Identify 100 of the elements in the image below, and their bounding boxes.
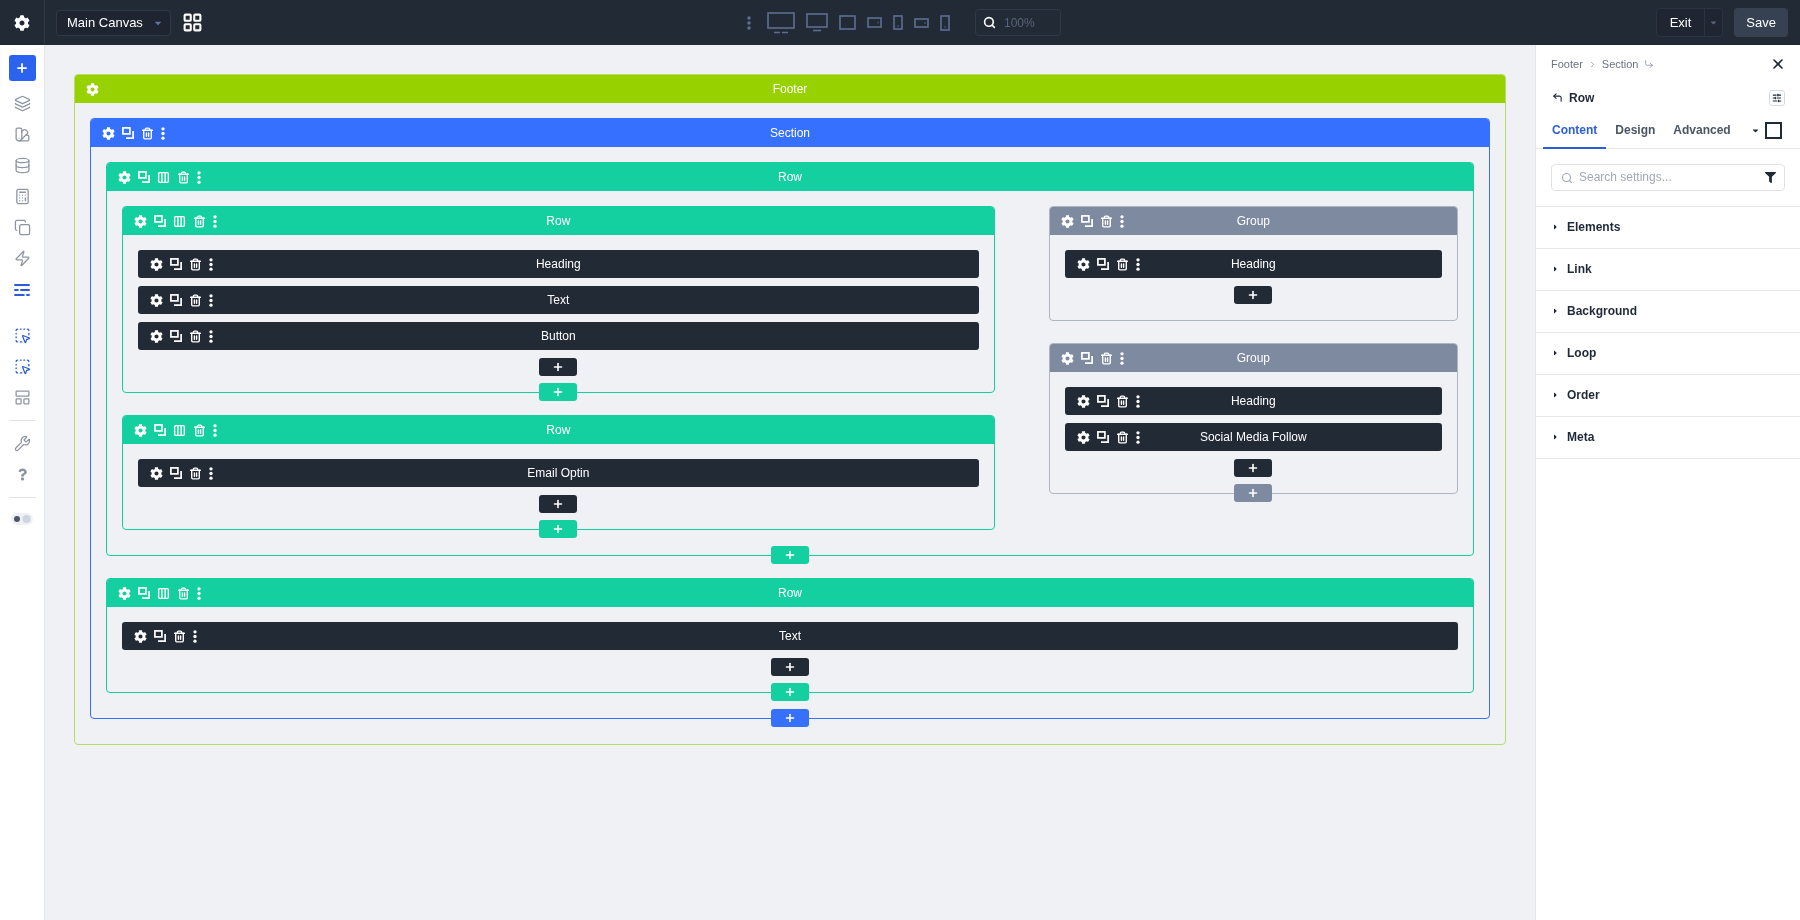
add-section-button[interactable]	[771, 709, 809, 727]
dots-menu-icon[interactable]	[213, 423, 217, 437]
dots-menu-icon[interactable]	[209, 293, 213, 307]
plus-icon	[552, 386, 565, 398]
add-button[interactable]	[8, 55, 36, 81]
dots-menu-icon[interactable]	[1135, 394, 1140, 408]
phone-landscape-icon[interactable]	[914, 17, 929, 28]
settings-icon[interactable]	[1076, 257, 1090, 271]
selection-cursor-icon[interactable]	[13, 327, 31, 344]
add-group-button[interactable]	[1234, 484, 1273, 502]
selection-cursor-icon[interactable]	[13, 358, 31, 375]
canvas-dropdown[interactable]: Main Canvas	[56, 9, 171, 36]
duplicate-icon[interactable]	[1096, 395, 1109, 407]
dots-menu-icon[interactable]	[197, 170, 201, 184]
settings-icon[interactable]	[14, 14, 30, 31]
add-module-button[interactable]	[539, 358, 578, 376]
swatch-book-icon[interactable]	[13, 126, 31, 143]
save-button[interactable]: Save	[1734, 8, 1788, 37]
layout-icon[interactable]	[13, 389, 31, 406]
group-title: Group	[1236, 350, 1270, 367]
back-arrow-icon[interactable]	[1552, 92, 1563, 103]
settings-icon[interactable]	[150, 466, 163, 480]
help-icon[interactable]	[17, 468, 27, 481]
filter-icon[interactable]	[1765, 171, 1776, 183]
database-icon[interactable]	[13, 157, 31, 174]
panel-title: Row	[1569, 89, 1595, 107]
layers-icon[interactable]	[13, 95, 31, 112]
exit-button[interactable]: Exit	[1656, 9, 1705, 36]
tablet-landscape-icon[interactable]	[867, 17, 882, 28]
breadcrumb-link[interactable]: Footer	[1551, 56, 1583, 73]
duplicate-icon[interactable]	[154, 630, 166, 642]
copy-icon[interactable]	[13, 219, 31, 236]
search-field[interactable]: Search settings...	[1551, 163, 1785, 191]
dots-menu-icon[interactable]	[193, 629, 197, 643]
trash-icon[interactable]	[189, 329, 202, 343]
duplicate-icon[interactable]	[170, 467, 182, 479]
tab[interactable]: Advanced	[1664, 112, 1740, 149]
module-title: Email Optin	[527, 465, 590, 482]
dots-menu-icon[interactable]	[213, 214, 217, 228]
settings-icon[interactable]	[150, 329, 163, 343]
accordion-header[interactable]: Order	[1536, 374, 1800, 417]
grid-icon[interactable]	[182, 12, 203, 33]
settings-icon[interactable]	[1076, 394, 1090, 408]
sliders-icon[interactable]	[1769, 89, 1785, 106]
duplicate-icon[interactable]	[1096, 258, 1109, 270]
duplicate-icon[interactable]	[170, 258, 182, 270]
trash-icon[interactable]	[189, 466, 202, 480]
footer-title: Footer	[772, 81, 808, 98]
dots-menu-icon[interactable]	[161, 126, 165, 140]
accordion-header[interactable]: Link	[1536, 248, 1800, 291]
trash-icon[interactable]	[1115, 257, 1129, 271]
calculator-icon[interactable]	[13, 188, 31, 205]
dots-menu-icon[interactable]	[1119, 214, 1124, 228]
trash-icon[interactable]	[1115, 430, 1129, 444]
settings-icon[interactable]	[150, 257, 163, 271]
wide-monitor-icon[interactable]	[767, 11, 795, 34]
add-module-button[interactable]	[539, 495, 578, 513]
dots-menu-icon[interactable]	[1119, 351, 1124, 365]
wrench-icon[interactable]	[13, 435, 31, 452]
tab[interactable]: Content	[1543, 112, 1607, 149]
module-title: Heading	[1230, 256, 1276, 273]
accordion-header[interactable]: Background	[1536, 290, 1800, 333]
dots-menu-icon[interactable]	[1135, 257, 1140, 271]
settings-icon[interactable]	[1076, 430, 1090, 444]
duplicate-icon[interactable]	[170, 330, 182, 342]
settings-icon[interactable]	[134, 629, 147, 643]
dots-menu-icon[interactable]	[209, 329, 213, 343]
tablet-icon[interactable]	[893, 15, 903, 30]
toggle-icon[interactable]	[11, 513, 33, 525]
duplicate-icon[interactable]	[1096, 431, 1109, 443]
accordion-header[interactable]: Meta	[1536, 416, 1800, 459]
duplicate-icon[interactable]	[170, 294, 182, 306]
add-module-button[interactable]	[1234, 286, 1273, 304]
trash-icon[interactable]	[189, 293, 202, 307]
trash-icon[interactable]	[189, 257, 202, 271]
dots-menu-icon[interactable]	[747, 15, 751, 30]
tab[interactable]: Design	[1606, 112, 1665, 149]
trash-icon[interactable]	[173, 629, 186, 643]
dots-menu-icon[interactable]	[209, 257, 213, 271]
plus-icon	[552, 523, 565, 535]
lightning-icon[interactable]	[13, 250, 31, 267]
group-title: Group	[1236, 213, 1270, 230]
trash-icon[interactable]	[1115, 394, 1129, 408]
dots-menu-icon[interactable]	[1135, 430, 1140, 444]
row-title: Row	[546, 422, 571, 439]
square-icon[interactable]	[1765, 121, 1782, 139]
screen-icon[interactable]	[839, 15, 856, 30]
monitor-icon[interactable]	[806, 13, 828, 32]
sections-icon[interactable]	[14, 283, 30, 296]
dots-menu-icon[interactable]	[209, 466, 213, 480]
add-module-button[interactable]	[1234, 459, 1273, 477]
accordion-header[interactable]: Elements	[1536, 206, 1800, 249]
breadcrumb-link[interactable]: Section	[1601, 56, 1639, 73]
accordion-header[interactable]: Loop	[1536, 332, 1800, 375]
phone-icon[interactable]	[940, 14, 950, 31]
row-title: Row	[778, 169, 802, 186]
settings-icon[interactable]	[150, 293, 163, 307]
add-module-button[interactable]	[771, 658, 809, 676]
dots-menu-icon[interactable]	[197, 586, 201, 600]
search-icon	[1561, 171, 1573, 184]
